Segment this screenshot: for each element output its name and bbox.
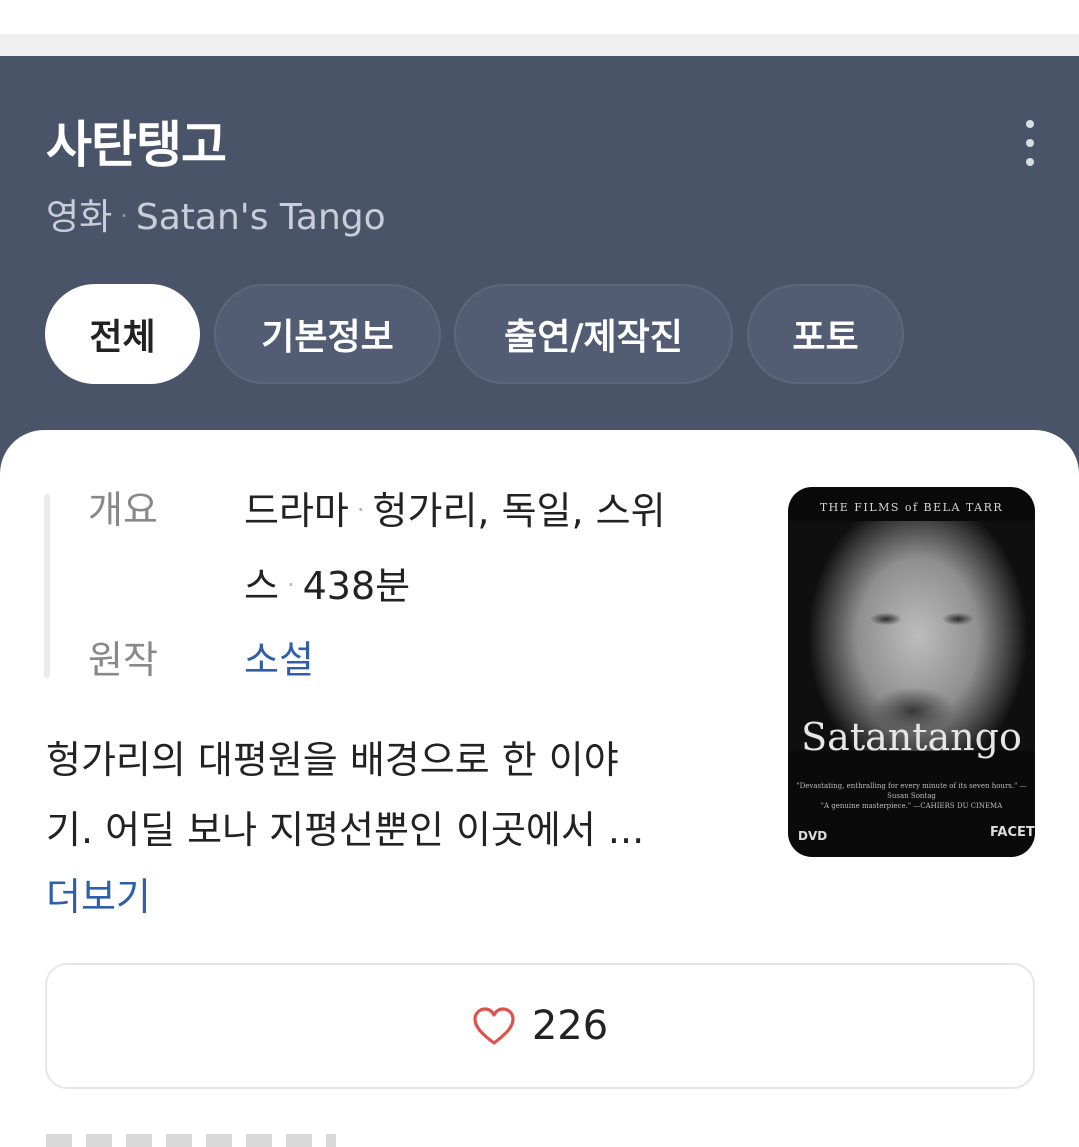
synopsis: 헝가리의 대평원을 배경으로 한 이야 기. 어딜 보나 지평선뿐인 이곳에서 … xyxy=(46,725,736,865)
countries: 헝가리, 독일, 스위 xyxy=(372,489,666,533)
movie-subtitle: 영화 · Satan's Tango xyxy=(46,192,386,242)
separator-dot: · xyxy=(286,571,295,599)
like-count: 226 xyxy=(531,1003,609,1049)
tab-cast-crew[interactable]: 출연/제작진 xyxy=(454,284,733,384)
synopsis-line-1: 헝가리의 대평원을 배경으로 한 이야 xyxy=(46,738,619,782)
genre: 드라마 xyxy=(244,489,349,533)
dvd-logo: DVD xyxy=(798,829,828,843)
info-accent-bar xyxy=(44,494,50,678)
movie-title: 사탄탱고 xyxy=(46,116,227,174)
separator-dot: · xyxy=(120,202,128,230)
origin-label: 원작 xyxy=(88,638,158,682)
more-options-icon[interactable] xyxy=(1015,120,1045,166)
publisher-logo: FACETS xyxy=(990,825,1035,840)
more-button[interactable]: 더보기 xyxy=(46,862,151,932)
overview-label: 개요 xyxy=(88,488,158,532)
tab-basic-info[interactable]: 기본정보 xyxy=(214,284,441,384)
runtime: 438분 xyxy=(302,564,411,608)
next-section-text xyxy=(46,1134,336,1147)
section-divider xyxy=(0,34,1079,56)
poster-top-text: THE FILMS of BELA TARR xyxy=(819,501,1004,514)
tab-photo[interactable]: 포토 xyxy=(747,284,904,384)
poster-quotes: "Devastating, enthralling for every minu… xyxy=(796,782,1027,810)
origin-link[interactable]: 소설 xyxy=(244,623,314,697)
like-button[interactable]: 226 xyxy=(45,963,1035,1089)
countries-cont: 스 xyxy=(244,564,279,608)
tab-all[interactable]: 전체 xyxy=(45,284,200,384)
original-title: Satan's Tango xyxy=(135,197,386,238)
separator-dot: · xyxy=(356,496,365,524)
heart-outline-icon xyxy=(473,1007,515,1045)
overview-value: 드라마 · 헝가리, 독일, 스위 스 · 438분 xyxy=(244,473,744,623)
category-label: 영화 xyxy=(46,197,113,238)
poster-logo: Satantango xyxy=(801,715,1022,759)
movie-poster[interactable]: THE FILMS of BELA TARR Satantango "Devas… xyxy=(788,487,1035,857)
synopsis-line-2: 기. 어딜 보나 지평선뿐인 이곳에서 ... xyxy=(46,808,645,852)
status-area xyxy=(0,0,1079,34)
